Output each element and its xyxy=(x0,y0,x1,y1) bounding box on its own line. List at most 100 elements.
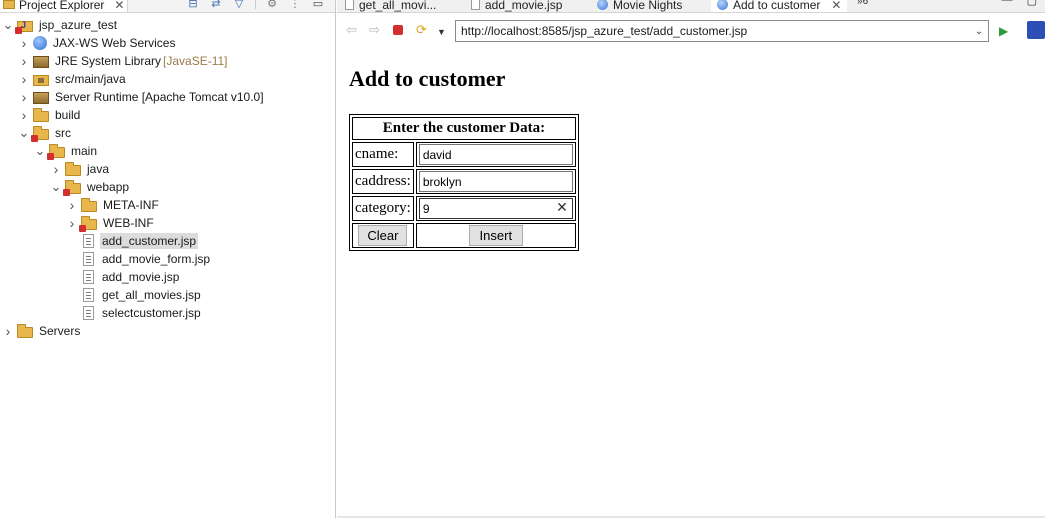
minimize-icon[interactable]: — xyxy=(1002,0,1013,7)
form-header: Enter the customer Data: xyxy=(352,117,576,140)
overflow-count: 6 xyxy=(862,0,869,7)
chevron-down-icon[interactable]: ▼ xyxy=(437,25,446,39)
more-options-icon[interactable]: ⋮ xyxy=(288,0,302,10)
tree-item[interactable]: › build xyxy=(18,106,82,124)
tree-item-label: JAX-WS Web Services xyxy=(53,36,176,50)
tree-item[interactable]: › src/main/java xyxy=(18,70,128,88)
folder-icon xyxy=(33,107,49,122)
chevron-right-icon[interactable]: › xyxy=(50,162,62,176)
tree-item[interactable]: › WEB-INF xyxy=(66,214,156,232)
stop-icon[interactable] xyxy=(393,25,403,35)
refresh-icon[interactable]: ⟳ xyxy=(416,23,427,37)
tree-item[interactable]: add_movie.jsp xyxy=(66,268,181,286)
chevron-down-icon[interactable]: ⌄ xyxy=(18,126,30,139)
cname-input[interactable] xyxy=(418,144,573,165)
tab-add-movie[interactable]: add_movie.jsp xyxy=(465,0,568,12)
folder-error-icon xyxy=(63,179,81,196)
tree-item[interactable]: › Servers xyxy=(2,322,82,340)
chevron-right-icon[interactable]: › xyxy=(2,324,14,338)
tree-item[interactable]: selectcustomer.jsp xyxy=(66,304,203,322)
tree-item[interactable]: ⌄ webapp xyxy=(50,178,131,196)
go-icon[interactable]: ▶ xyxy=(999,24,1008,38)
close-icon[interactable]: ✕ xyxy=(831,0,841,12)
tree-item-label: JRE System Library xyxy=(55,54,162,68)
tree-item[interactable]: ⌄ src xyxy=(18,124,73,142)
insert-button[interactable]: Insert xyxy=(468,225,524,246)
chevron-down-icon[interactable]: ⌄ xyxy=(970,26,988,37)
url-text[interactable]: http://localhost:8585/jsp_azure_test/add… xyxy=(461,24,970,38)
jsp-file-icon xyxy=(345,0,354,10)
tree-item[interactable]: ⌄ main xyxy=(34,142,99,160)
caddress-input[interactable] xyxy=(418,171,573,192)
tree-item-label: main xyxy=(71,144,98,158)
chevron-right-icon[interactable]: › xyxy=(18,54,30,68)
forward-icon[interactable]: ⇨ xyxy=(369,23,380,37)
chevron-right-icon[interactable]: › xyxy=(18,72,30,86)
caddress-cell xyxy=(415,169,576,194)
chevron-right-icon[interactable]: › xyxy=(66,216,78,230)
maximize-icon[interactable]: ▢ xyxy=(1027,0,1037,7)
chevron-down-icon[interactable]: ⌄ xyxy=(50,180,62,193)
tree-item[interactable]: › META-INF xyxy=(66,196,161,214)
chevron-down-icon[interactable]: ⌄ xyxy=(2,18,14,31)
folder-icon xyxy=(3,0,15,9)
folder-icon xyxy=(65,161,81,176)
tab-add-to-customer[interactable]: Add to customer ✕ xyxy=(711,0,848,12)
clear-field-icon[interactable]: ✕ xyxy=(556,199,568,216)
explorer-tab-label: Project Explorer xyxy=(19,0,105,12)
tree-item[interactable]: › Server Runtime [Apache Tomcat v10.0] xyxy=(18,88,266,106)
cname-label: cname: xyxy=(352,142,414,167)
filter-icon[interactable]: ▽ xyxy=(232,0,246,10)
chevron-right-icon[interactable]: › xyxy=(66,198,78,212)
tree-item-label: add_movie.jsp xyxy=(102,270,180,284)
link-with-editor-icon[interactable]: ⇄ xyxy=(209,0,223,10)
tab-label: get_all_movi... xyxy=(359,0,437,12)
back-icon[interactable]: ⇦ xyxy=(346,23,357,37)
url-bar[interactable]: http://localhost:8585/jsp_azure_test/add… xyxy=(455,20,989,42)
library-icon xyxy=(33,92,49,104)
tab-label: Movie Nights xyxy=(613,0,683,12)
tab-overflow-button[interactable]: »6 xyxy=(857,0,868,7)
tree-item[interactable]: › JRE System Library [JavaSE-11] xyxy=(18,52,228,70)
tree-item-label: Servers xyxy=(39,324,81,338)
chevron-right-icon[interactable]: › xyxy=(18,108,30,122)
globe-icon xyxy=(597,0,608,10)
category-label: category: xyxy=(352,196,414,221)
collapse-all-icon[interactable]: ⊟ xyxy=(186,0,200,10)
minimize-icon[interactable]: ▭ xyxy=(311,0,325,10)
clear-button[interactable]: Clear xyxy=(358,225,408,246)
category-input[interactable] xyxy=(418,198,573,219)
tree-item[interactable]: get_all_movies.jsp xyxy=(66,286,203,304)
folder-icon xyxy=(17,323,33,338)
customer-form: Enter the customer Data: cname: caddress… xyxy=(349,114,579,251)
web-services-icon xyxy=(33,36,47,50)
chevron-right-icon[interactable]: › xyxy=(18,36,30,50)
chevron-right-icon[interactable]: › xyxy=(18,90,30,104)
close-icon[interactable]: ✕ xyxy=(114,0,124,12)
globe-icon xyxy=(717,0,728,10)
tree-item-label: WEB-INF xyxy=(103,216,154,230)
folder-error-icon xyxy=(31,125,49,142)
chevron-down-icon[interactable]: ⌄ xyxy=(34,144,46,157)
explorer-toolbar: ⊟ ⇄ ▽ ⚙ ⋮ ▭ xyxy=(186,0,325,10)
tree-item-decoration: [JavaSE-11] xyxy=(163,54,228,68)
tab-get-all-movies[interactable]: get_all_movi... xyxy=(339,0,442,12)
tree-item[interactable]: › JAX-WS Web Services xyxy=(18,34,177,52)
tab-project-explorer[interactable]: Project Explorer ✕ xyxy=(0,0,129,12)
insert-cell: Insert xyxy=(415,223,576,248)
tab-label: Add to customer xyxy=(733,0,821,12)
view-menu-icon[interactable]: ⚙ xyxy=(265,0,279,10)
open-external-browser-icon[interactable] xyxy=(1027,21,1045,39)
tree-item[interactable]: ⌄ jsp_azure_test xyxy=(2,16,119,34)
tree-item[interactable]: add_movie_form.jsp xyxy=(66,250,212,268)
tree-item[interactable]: › java xyxy=(50,160,111,178)
editor-tab-bar: get_all_movi... add_movie.jsp Movie Nigh… xyxy=(337,0,1045,13)
folder-icon xyxy=(81,197,97,212)
page-title: Add to customer xyxy=(349,66,506,91)
browser-editor: get_all_movi... add_movie.jsp Movie Nigh… xyxy=(337,0,1045,518)
tree-item[interactable]: add_customer.jsp xyxy=(66,232,199,250)
tab-movie-nights[interactable]: Movie Nights xyxy=(591,0,688,12)
category-field: ✕ xyxy=(418,198,573,219)
jsp-file-icon xyxy=(83,270,94,284)
tab-label: add_movie.jsp xyxy=(485,0,563,12)
